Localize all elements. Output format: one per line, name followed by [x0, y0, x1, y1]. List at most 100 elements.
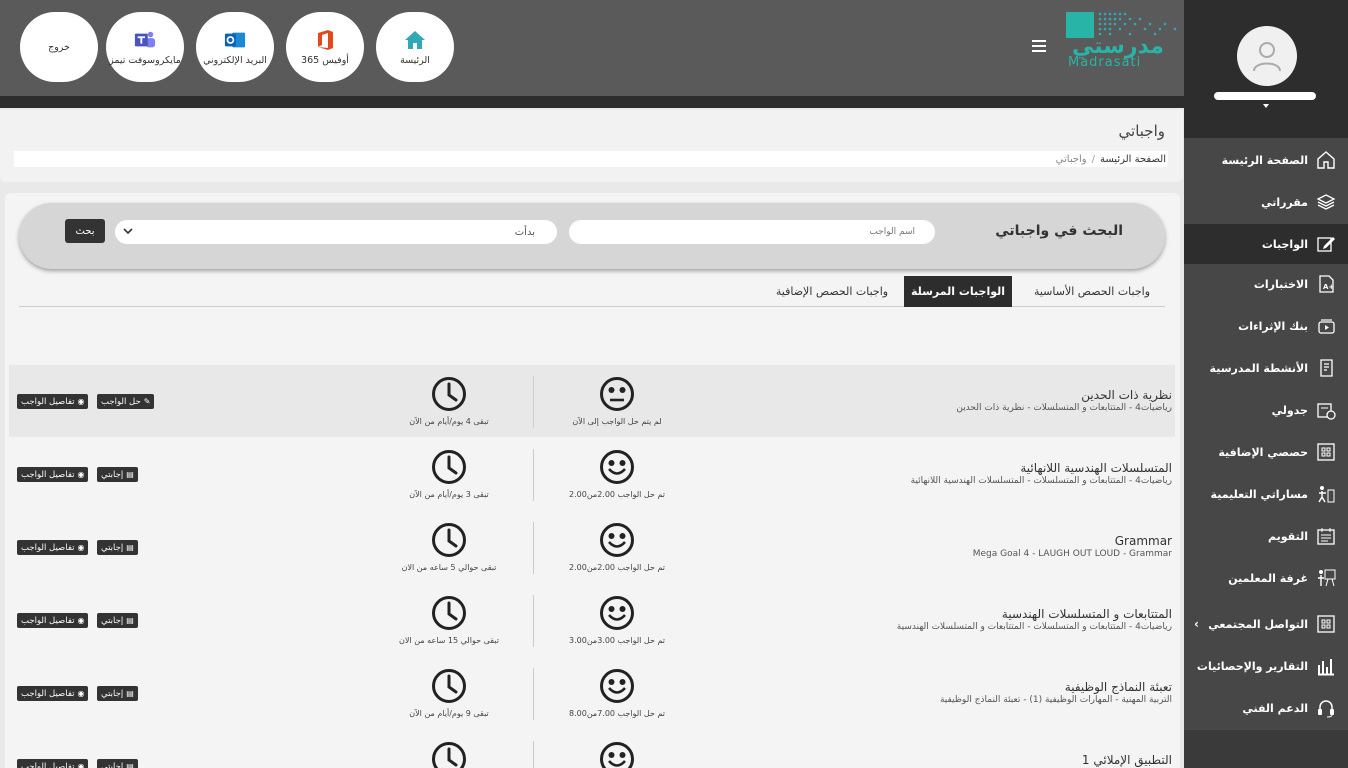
sidebar-item-2[interactable]: الواجبات	[1184, 224, 1348, 264]
row-divider	[533, 449, 534, 501]
sidebar-item-label: التقويم	[1268, 529, 1308, 543]
top-header: الرئيسة أوفيس 365 البريد الإلكتروني مايك…	[0, 0, 1184, 96]
assignment-remaining: تبقى 3 يوم/أيام من الآن	[409, 490, 489, 499]
assignment-title[interactable]: المتتابعات و المتسلسلات الهندسية	[1002, 607, 1172, 621]
assignments-panel: البحث في واجباتي بدأت بحث واجبات الحصص ا…	[5, 193, 1180, 768]
office365-button-label: أوفيس 365	[301, 54, 349, 66]
assignment-title[interactable]: Grammar	[1115, 534, 1172, 548]
eye-icon: ◉	[77, 470, 85, 479]
sidebar-item-7[interactable]: حصصي الإضافية	[1184, 432, 1348, 472]
button-label: تفاصيل الواجب	[21, 688, 75, 699]
document-icon: ▤	[126, 543, 134, 552]
sidebar-item-1[interactable]: مقرراتي	[1184, 182, 1348, 222]
assignment-name-input[interactable]	[569, 220, 935, 244]
activity-icon	[1316, 358, 1336, 378]
tab-sent-assignments[interactable]: الواجبات المرسلة	[904, 276, 1012, 307]
avatar[interactable]	[1237, 26, 1297, 86]
assignment-details-button[interactable]: تفاصيل الواجب ◉	[17, 613, 89, 628]
assignment-status: تم حل الواجب 2.00من2.00	[569, 490, 665, 499]
button-label: تفاصيل الواجب	[21, 542, 75, 553]
status-select[interactable]: بدأت	[115, 220, 557, 244]
assignment-details-button[interactable]: تفاصيل الواجب ◉	[17, 394, 89, 409]
user-menu-caret-icon[interactable]	[1263, 104, 1269, 108]
home-button-label: الرئيسة	[400, 54, 430, 66]
sidebar-item-13[interactable]: الدعم الفني	[1184, 688, 1348, 728]
button-label: حل الواجب	[101, 396, 141, 407]
teams-button-label: مايكروسوفت تيمز	[109, 54, 181, 66]
sidebar-item-9[interactable]: التقويم	[1184, 516, 1348, 556]
assignment-details-button[interactable]: تفاصيل الواجب ◉	[17, 759, 89, 768]
sidebar-item-6[interactable]: جدولي	[1184, 390, 1348, 430]
logout-button[interactable]: خروج	[20, 12, 98, 82]
headset-icon	[1316, 698, 1336, 718]
sidebar-item-label: مساراتي التعليمية	[1210, 487, 1308, 501]
assignment-remaining: تبقى 9 يوم/أيام من الآن	[409, 709, 489, 718]
assignment-row: التطبيق الإملائي 1 إجابتي ▤ تفاصيل الواجب ◉	[9, 730, 1175, 768]
assignment-details-button[interactable]: تفاصيل الواجب ◉	[17, 686, 89, 701]
row-divider	[533, 668, 534, 720]
my-answer-button[interactable]: إجابتي ▤	[97, 686, 138, 701]
assignment-details-button[interactable]: تفاصيل الواجب ◉	[17, 467, 89, 482]
assignment-status: تم حل الواجب 3.00من3.00	[569, 636, 665, 645]
row-divider	[533, 741, 534, 768]
sidebar-item-3[interactable]: الاختبارات A+	[1184, 264, 1348, 304]
teacher-icon	[1316, 568, 1336, 588]
assignment-status: لم يتم حل الواجب إلى الآن	[572, 417, 662, 426]
home-button[interactable]: الرئيسة	[376, 12, 454, 82]
my-answer-button[interactable]: إجابتي ▤	[97, 467, 138, 482]
assignment-status: تم حل الواجب 7.00من8.00	[569, 709, 665, 718]
solve-assignment-button[interactable]: حل الواجب ✎	[97, 394, 155, 409]
sidebar-item-10[interactable]: غرفة المعلمين	[1184, 558, 1348, 598]
breadcrumb-separator: /	[1091, 153, 1096, 165]
sidebar-item-0[interactable]: الصفحة الرئيسة	[1184, 140, 1348, 180]
sidebar-item-label: مقرراتي	[1261, 195, 1308, 209]
smiley-happy-icon	[600, 596, 634, 630]
sidebar-item-12[interactable]: التقارير والإحصائيات	[1184, 646, 1348, 686]
exam-icon: A+	[1316, 274, 1336, 294]
my-answer-button[interactable]: إجابتي ▤	[97, 613, 138, 628]
office-icon	[314, 29, 336, 51]
office365-button[interactable]: أوفيس 365	[286, 12, 364, 82]
breadcrumb-home[interactable]: الصفحة الرئيسة	[1100, 154, 1166, 165]
community-icon	[1316, 614, 1336, 634]
assignment-subtitle: رياضيات4 - المتتابعات و المتسلسلات - الم…	[910, 476, 1172, 486]
search-button[interactable]: بحث	[65, 219, 105, 243]
search-panel: البحث في واجباتي بدأت بحث	[19, 203, 1165, 269]
sidebar-item-label: بنك الإثراءات	[1238, 319, 1308, 333]
button-label: تفاصيل الواجب	[21, 615, 75, 626]
clock-icon	[432, 596, 466, 630]
breadcrumb: الصفحة الرئيسة / واجباتي	[14, 151, 1168, 167]
calendar-icon	[1316, 400, 1336, 420]
assignment-title[interactable]: التطبيق الإملائي 1	[1082, 753, 1172, 767]
tab-basic-lessons[interactable]: واجبات الحصص الأساسية	[1019, 276, 1165, 307]
tab-extra-lessons[interactable]: واجبات الحصص الإضافية	[769, 276, 895, 307]
assignment-title[interactable]: نظرية ذات الحدين	[1081, 388, 1172, 402]
smiley-happy-icon	[600, 523, 634, 557]
chevron-left-icon[interactable]: ‹	[1194, 617, 1199, 631]
clock-icon	[432, 377, 466, 411]
eye-icon: ◉	[77, 689, 85, 698]
assignment-remaining: تبقى حوالي 5 ساعه من الان	[401, 563, 497, 572]
user-name-redacted[interactable]	[1214, 92, 1316, 100]
my-answer-button[interactable]: إجابتي ▤	[97, 759, 138, 768]
sidebar-item-8[interactable]: مساراتي التعليمية	[1184, 474, 1348, 514]
page-title: واجباتي	[1118, 122, 1165, 140]
my-answer-button[interactable]: إجابتي ▤	[97, 540, 138, 555]
edit-icon: ✎	[143, 397, 151, 406]
assignment-subtitle: التربية المهنية - المهارات الوظيفية (1) …	[939, 695, 1172, 705]
sidebar-item-label: جدولي	[1271, 403, 1308, 417]
assignment-title[interactable]: تعبئة النماذج الوظيفية	[1065, 680, 1172, 694]
assignment-remaining: تبقى حوالي 15 ساعه من الان	[399, 636, 499, 645]
assignment-details-button[interactable]: تفاصيل الواجب ◉	[17, 540, 89, 555]
teams-button[interactable]: مايكروسوفت تيمز	[106, 12, 184, 82]
sidebar-item-5[interactable]: الأنشطة المدرسية	[1184, 348, 1348, 388]
clock-icon	[432, 450, 466, 484]
sidebar-item-label: الدعم الفني	[1242, 701, 1308, 715]
menu-toggle-icon[interactable]	[1032, 40, 1046, 52]
sidebar-item-4[interactable]: بنك الإثراءات	[1184, 306, 1348, 346]
email-button[interactable]: البريد الإلكتروني	[196, 12, 274, 82]
sidebar-item-11[interactable]: ‹ التواصل المجتمعي	[1184, 604, 1348, 644]
row-divider	[533, 522, 534, 574]
grid-icon	[1316, 442, 1336, 462]
assignment-title[interactable]: المتسلسلات الهندسية اللانهائية	[1020, 461, 1172, 475]
